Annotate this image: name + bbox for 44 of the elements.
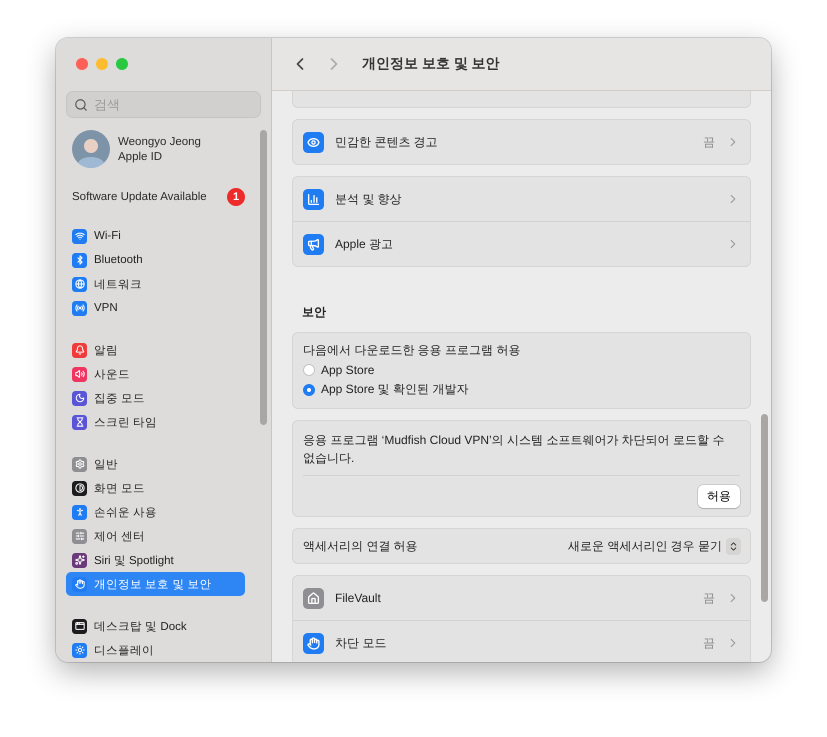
sidebar-item[interactable]: 손쉬운 사용: [66, 500, 245, 524]
sidebar-item[interactable]: 개인정보 보호 및 보안: [66, 572, 245, 596]
sidebar-item[interactable]: VPN: [66, 296, 245, 320]
sidebar-item[interactable]: Siri 및 Spotlight: [66, 548, 245, 572]
scrollbar-thumb[interactable]: [260, 130, 267, 425]
search-icon: [74, 98, 88, 112]
settings-row[interactable]: 민감한 콘텐츠 경고 끔: [293, 120, 750, 164]
account-subtitle: Apple ID: [118, 150, 164, 162]
zoom-button[interactable]: [116, 58, 128, 70]
sidebar-item[interactable]: 집중 모드: [66, 386, 245, 410]
radio-button[interactable]: [303, 384, 315, 396]
sidebar-item[interactable]: 일반: [66, 452, 245, 476]
radio-option[interactable]: App Store 및 확인된 개발자: [303, 381, 740, 398]
minimize-button[interactable]: [96, 58, 108, 70]
sidebar-item[interactable]: 사운드: [66, 362, 245, 386]
sidebar-item[interactable]: 알림: [66, 338, 245, 362]
sidebar-item[interactable]: 데스크탑 및 Dock: [66, 614, 245, 638]
sidebar-item[interactable]: 디스플레이: [66, 638, 245, 662]
update-count-badge: 1: [227, 188, 245, 206]
software-update-label[interactable]: Software Update Available: [72, 191, 207, 203]
settings-row[interactable]: 분석 및 향상: [293, 177, 750, 221]
sidebar-item[interactable]: 화면 모드: [66, 476, 245, 500]
radio-button[interactable]: [303, 364, 315, 376]
sidebar-item[interactable]: 스크린 타임: [66, 410, 245, 434]
settings-row[interactable]: FileVault 끔: [293, 576, 750, 620]
sidebar-item[interactable]: 제어 센터: [66, 524, 245, 548]
scrollbar-thumb[interactable]: [761, 414, 768, 602]
close-button[interactable]: [76, 58, 88, 70]
allow-button[interactable]: 허용: [698, 485, 740, 508]
sidebar-item[interactable]: Bluetooth: [66, 248, 245, 272]
accessory-popup[interactable]: 새로운 액세서리인 경우 묻기: [568, 538, 722, 554]
settings-row[interactable]: Apple 광고: [293, 221, 750, 266]
stepper-icon: [726, 538, 741, 554]
sidebar-item[interactable]: 네트워크: [66, 272, 245, 296]
sidebar-item[interactable]: Wi-Fi: [66, 224, 245, 248]
window-title: 개인정보 보호 및 보안: [362, 55, 500, 73]
avatar[interactable]: [72, 130, 110, 168]
blocked-software-message: 응용 프로그램 ‘Mudfish Cloud VPN’의 시스템 소프트웨어가 차단되어 로드할 수 없습니다.: [303, 431, 740, 476]
account-name: Weongyo Jeong: [118, 136, 201, 148]
radio-group-title: 다음에서 다운로드한 응용 프로그램 허용: [303, 342, 522, 359]
radio-option[interactable]: App Store: [303, 363, 740, 377]
settings-row[interactable]: 차단 모드 끔: [293, 620, 750, 662]
section-heading: 보안: [302, 304, 327, 321]
accessory-label: 액세서리의 연결 허용: [303, 538, 419, 554]
